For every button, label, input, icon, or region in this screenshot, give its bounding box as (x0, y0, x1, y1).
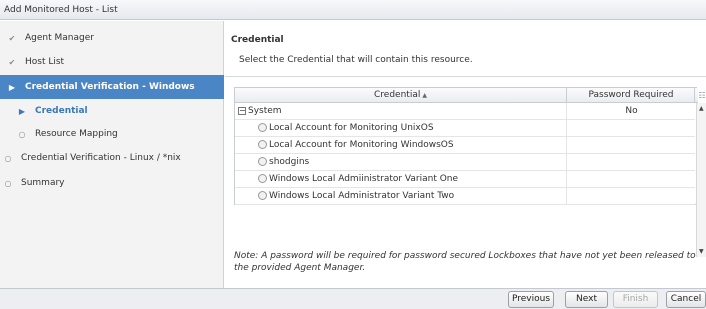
step-label: Agent Manager (25, 33, 94, 43)
password-required-cell (568, 137, 695, 154)
radio-button[interactable] (258, 157, 267, 166)
dot-icon: ○ (4, 153, 12, 163)
wizard-footer: Previous Next Finish Cancel (0, 288, 706, 309)
step-agent-manager[interactable]: ✔ Agent Manager (0, 26, 224, 50)
check-icon: ✔ (8, 33, 16, 43)
substep-resource-mapping[interactable]: ○ Resource Mapping (0, 122, 224, 146)
credential-cell: shodgins (235, 154, 567, 171)
section-title: Credential (231, 35, 284, 45)
credential-label: Windows Local Admiinistrator Variant One (269, 174, 459, 184)
credential-cell: Windows Local Administrator Variant Two (235, 188, 567, 205)
column-header-credential[interactable]: Credential ▲ (235, 88, 567, 103)
step-credential-verification-windows[interactable]: ▶ Credential Verification - Windows (0, 75, 224, 99)
step-label: Credential Verification - Windows (25, 82, 195, 92)
credential-cell: Windows Local Admiinistrator Variant One (235, 171, 567, 188)
next-button[interactable]: Next (565, 291, 608, 308)
step-credential-verification-linux[interactable]: ○ Credential Verification - Linux / *nix (0, 146, 224, 170)
wizard-steps-sidebar: ✔ Agent Manager ✔ Host List ▶ Credential… (0, 21, 224, 288)
table-row[interactable]: shodgins (235, 154, 695, 171)
collapse-toggle-icon[interactable]: − (238, 106, 246, 115)
credential-label: Windows Local Administrator Variant Two (269, 191, 455, 201)
vertical-scrollbar[interactable]: ▲ ▼ (696, 103, 706, 257)
radio-button[interactable] (258, 174, 267, 183)
previous-button[interactable]: Previous (508, 291, 554, 308)
radio-button[interactable] (258, 123, 267, 132)
password-required-cell (568, 120, 695, 137)
step-label: Summary (21, 178, 65, 188)
password-required-cell (568, 154, 695, 171)
column-header-password-required[interactable]: Password Required (568, 88, 695, 103)
radio-button[interactable] (258, 140, 267, 149)
divider (225, 76, 706, 77)
cancel-button[interactable]: Cancel (666, 291, 706, 308)
dot-icon: ○ (18, 129, 26, 139)
main-panel: Credential Select the Credential that wi… (225, 21, 706, 288)
grid-header: Credential ▲ Password Required ☷ (235, 88, 706, 103)
table-row[interactable]: Windows Local Admiinistrator Variant One (235, 171, 695, 188)
credential-cell: Local Account for Monitoring UnixOS (235, 120, 567, 137)
credential-label: Local Account for Monitoring WindowsOS (269, 140, 454, 150)
window-title: Add Monitored Host - List (0, 0, 706, 20)
triangle-right-icon: ▶ (18, 106, 26, 116)
password-required-cell: No (625, 106, 638, 116)
credential-label: shodgins (269, 157, 310, 167)
step-label: Resource Mapping (35, 129, 118, 139)
password-required-cell (568, 171, 695, 188)
finish-button: Finish (613, 291, 658, 308)
check-icon: ✔ (8, 57, 16, 67)
table-row[interactable]: Local Account for Monitoring UnixOS (235, 120, 695, 137)
credential-grid: Credential ▲ Password Required ☷ − System … (234, 87, 706, 257)
group-label: System (248, 106, 282, 116)
column-menu-icon[interactable]: ☷ (696, 88, 706, 103)
step-summary[interactable]: ○ Summary (0, 171, 224, 195)
step-label: Credential Verification - Linux / *nix (21, 153, 181, 163)
step-label: Host List (25, 57, 65, 67)
password-note: Note: A password will be required for pa… (234, 251, 696, 273)
instruction-text: Select the Credential that will contain … (239, 55, 473, 65)
step-host-list[interactable]: ✔ Host List (0, 50, 224, 74)
substep-credential[interactable]: ▶ Credential (0, 99, 224, 123)
password-required-cell (568, 188, 695, 205)
credential-label: Local Account for Monitoring UnixOS (269, 123, 434, 133)
table-row[interactable]: Local Account for Monitoring WindowsOS (235, 137, 695, 154)
dot-icon: ○ (4, 178, 12, 188)
table-row[interactable]: Windows Local Administrator Variant Two (235, 188, 695, 205)
group-cell: − System (235, 103, 567, 120)
group-row-system[interactable]: − System No (235, 103, 695, 120)
triangle-right-icon: ▶ (8, 82, 16, 92)
credential-cell: Local Account for Monitoring WindowsOS (235, 137, 567, 154)
scroll-up-icon[interactable]: ▲ (699, 105, 704, 112)
sort-ascending-icon: ▲ (422, 92, 427, 99)
column-header-label: Credential (374, 90, 421, 100)
step-label: Credential (35, 106, 88, 116)
radio-button[interactable] (258, 191, 267, 200)
